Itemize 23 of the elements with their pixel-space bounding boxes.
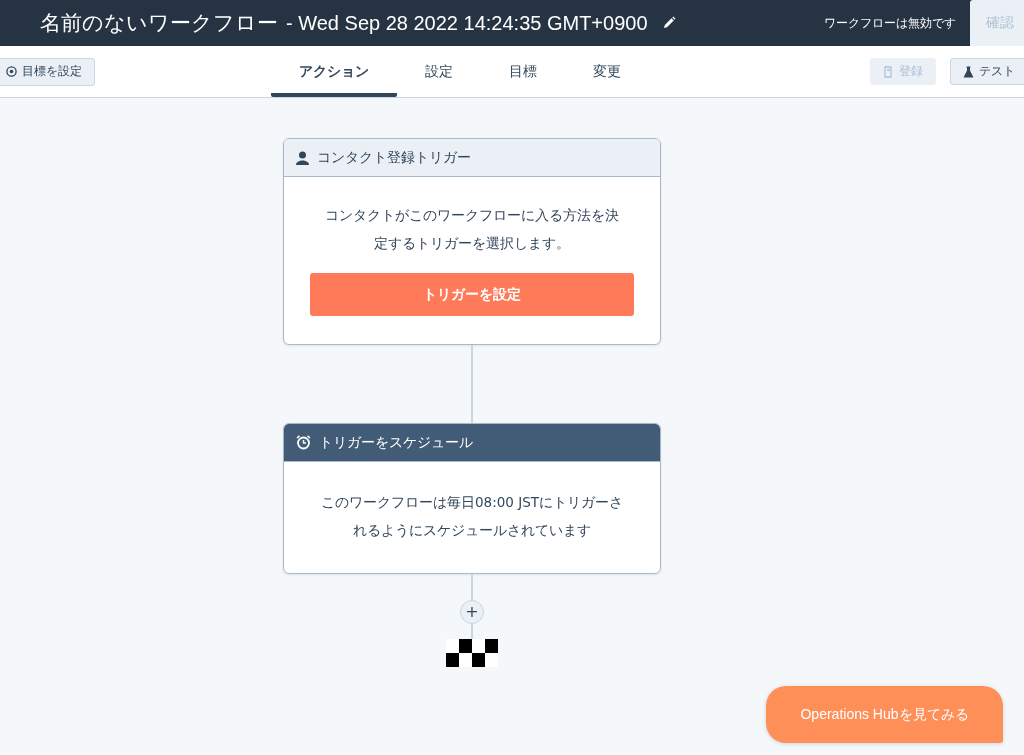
set-goal-button[interactable]: 目標を設定	[0, 57, 95, 86]
tab[interactable]: 設定	[397, 46, 481, 97]
workflow-status: ワークフローは無効です	[824, 14, 956, 32]
card-title: コンタクト登録トリガー	[317, 148, 471, 167]
card-description: このワークフローは毎日08:00 JSTにトリガーされるようにスケジュールされています	[320, 493, 624, 540]
workflow-card[interactable]: コンタクト登録トリガー コンタクトがこのワークフローに入る方法を決定するトリガーを選択します。 トリガーを設定	[283, 138, 661, 345]
checkered-flag-icon	[446, 639, 498, 667]
person-icon	[296, 150, 309, 165]
tab[interactable]: アクション	[271, 46, 397, 97]
alarm-clock-icon	[296, 435, 311, 450]
add-action-button[interactable]: +	[460, 600, 484, 624]
pencil-icon[interactable]	[661, 16, 676, 30]
document-icon	[883, 65, 894, 78]
card-description: コンタクトがこのワークフローに入る方法を決定するトリガーを選択します。	[324, 206, 620, 253]
workflow-card[interactable]: トリガーをスケジュール このワークフローは毎日08:00 JSTにトリガーされるようにスケジュールされています	[283, 423, 661, 574]
workflow-date: - Wed Sep 28 2022 14:24:35 GMT+0900	[286, 11, 648, 35]
card-title: トリガーをスケジュール	[319, 433, 473, 452]
tab[interactable]: 目標	[481, 46, 565, 97]
flask-icon	[963, 65, 974, 78]
test-button[interactable]: テスト	[950, 58, 1024, 85]
workflow-title: 名前のないワークフロー	[40, 10, 278, 37]
target-icon	[6, 66, 17, 77]
tab[interactable]: 変更	[565, 46, 649, 97]
